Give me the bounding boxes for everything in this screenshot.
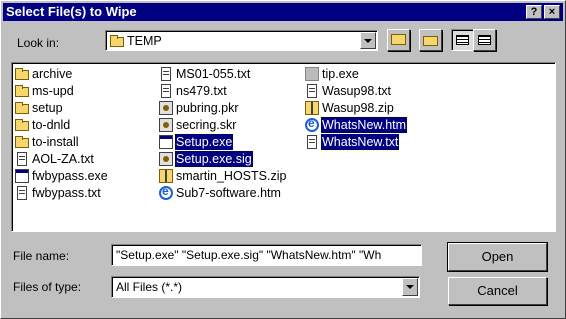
- file-item-label: to-install: [32, 135, 79, 149]
- look-in-value: TEMP: [127, 34, 162, 48]
- list-view-button[interactable]: [451, 29, 474, 51]
- file-item-label: tip.exe: [322, 67, 359, 81]
- title-bar[interactable]: Select File(s) to Wipe ? ×: [3, 3, 563, 21]
- up-folder-icon: [391, 34, 406, 45]
- text-file-icon: [161, 84, 171, 98]
- file-item-label: AOL-ZA.txt: [32, 152, 94, 166]
- file-dialog-window: Select File(s) to Wipe ? × Look in: TEMP…: [0, 0, 566, 319]
- up-one-level-button[interactable]: [387, 29, 410, 51]
- file-item-label: Wasup98.zip: [322, 101, 394, 115]
- help-button[interactable]: ?: [526, 5, 542, 19]
- file-name-label: File name:: [13, 249, 70, 263]
- file-item-label: to-dnld: [32, 118, 71, 132]
- folder-icon: [15, 68, 29, 80]
- file-list[interactable]: archive ms-upd setup to-dnld to-install AOL-Z…: [11, 62, 556, 232]
- file-item-label: ms-upd: [32, 84, 74, 98]
- key-file-icon: [159, 101, 173, 115]
- folder-icon: [15, 102, 29, 114]
- close-button[interactable]: ×: [544, 5, 560, 19]
- file-item-label: MS01-055.txt: [176, 67, 251, 81]
- new-folder-button[interactable]: [419, 29, 442, 51]
- file-item-label: WhatsNew.txt: [319, 133, 401, 151]
- file-item-label: Setup.exe.sig: [174, 150, 254, 168]
- file-name-input[interactable]: "Setup.exe" "Setup.exe.sig" "WhatsNew.ht…: [111, 244, 422, 266]
- file-type-label: Files of type:: [13, 280, 82, 294]
- exe-file-icon: [159, 135, 173, 149]
- file-item-label: smartin_HOSTS.zip: [176, 169, 287, 183]
- file-type-select[interactable]: All Files (*.*): [111, 276, 420, 298]
- look-in-combo[interactable]: TEMP: [105, 30, 378, 51]
- text-file-icon: [307, 84, 317, 98]
- file-item-label: secring.skr: [176, 118, 237, 132]
- zip-file-icon: [159, 169, 173, 183]
- file-type-value: All Files (*.*): [116, 280, 183, 294]
- html-file-icon: [305, 116, 319, 132]
- folder-icon: [15, 136, 29, 148]
- file-item-label: WhatsNew.htm: [319, 116, 409, 134]
- cancel-button[interactable]: Cancel: [448, 277, 547, 305]
- file-item-label: Setup.exe: [173, 133, 235, 151]
- file-item-label: fwbypass.txt: [32, 186, 101, 200]
- file-item-label: archive: [32, 67, 73, 81]
- file-item-label: fwbypass.exe: [32, 169, 108, 183]
- file-name-value: "Setup.exe" "Setup.exe.sig" "WhatsNew.ht…: [116, 248, 382, 262]
- file-item-label: pubring.pkr: [176, 101, 239, 115]
- details-view-button[interactable]: [473, 29, 496, 51]
- zip-file-icon: [305, 101, 319, 115]
- exe-file-icon: [15, 169, 29, 183]
- new-folder-icon: [423, 36, 438, 46]
- text-file-icon: [17, 152, 27, 166]
- file-item-label: setup: [32, 101, 63, 115]
- text-file-icon: [17, 186, 27, 200]
- dialog-title: Select File(s) to Wipe: [6, 4, 137, 19]
- look-in-label: Look in:: [17, 36, 60, 50]
- file-item-label: Wasup98.txt: [322, 84, 392, 98]
- key-file-icon: [159, 118, 173, 132]
- folder-icon: [110, 35, 124, 47]
- list-view-icon: [456, 35, 469, 45]
- folder-icon: [15, 85, 29, 97]
- chevron-down-icon[interactable]: [402, 278, 418, 296]
- exe-file-icon: [305, 67, 319, 81]
- text-file-icon: [161, 67, 171, 81]
- details-view-icon: [478, 35, 491, 45]
- chevron-down-icon[interactable]: [360, 32, 376, 49]
- file-item-label: Sub7-software.htm: [176, 186, 281, 200]
- open-button[interactable]: Open: [447, 242, 548, 272]
- key-file-icon: [159, 152, 173, 166]
- text-file-icon: [307, 135, 317, 149]
- folder-icon: [15, 119, 29, 131]
- file-item-label: ns479.txt: [176, 84, 227, 98]
- html-file-icon: [159, 184, 173, 200]
